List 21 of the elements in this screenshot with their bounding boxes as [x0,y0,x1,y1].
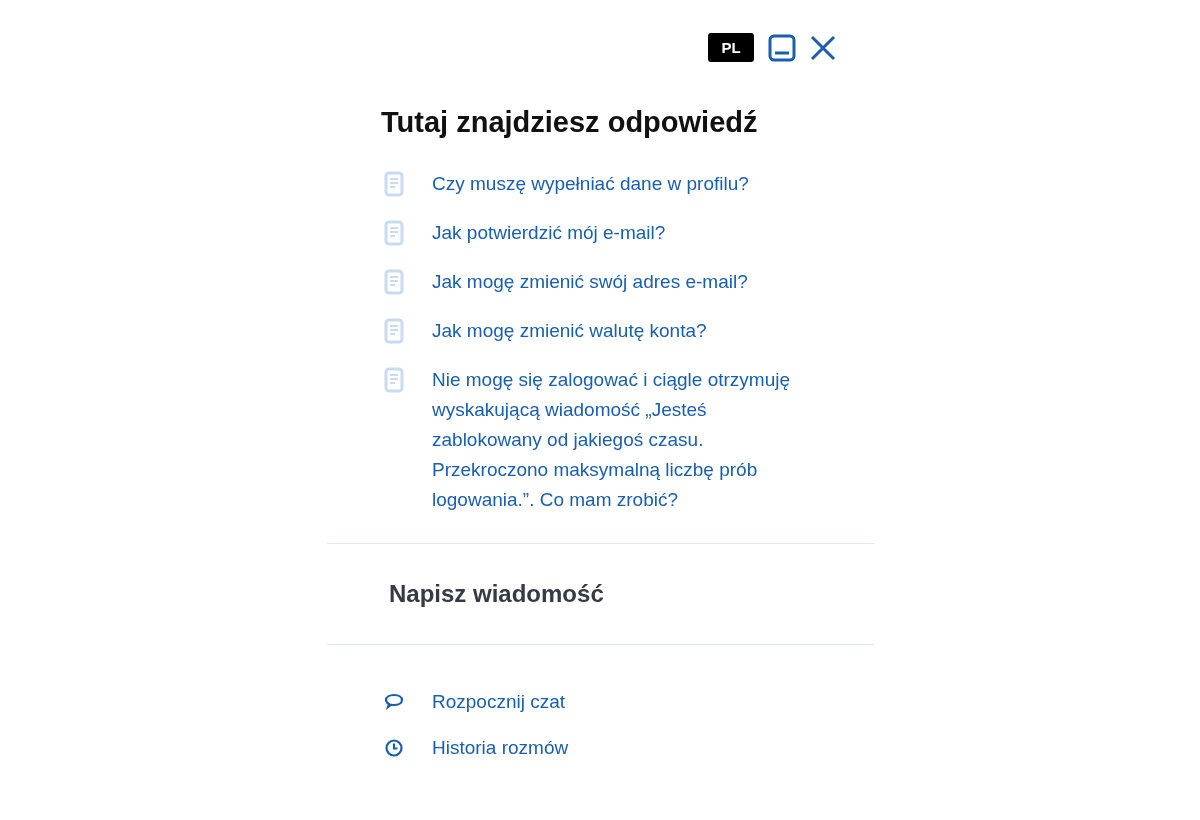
article-link[interactable]: Jak mogę zmienić walutę konta? [432,316,707,346]
article-link[interactable]: Jak potwierdzić mój e-mail? [432,218,666,248]
close-icon [810,34,836,61]
section-title: Napisz wiadomość [327,544,874,645]
action-link[interactable]: Rozpocznij czat [432,687,566,717]
article-link[interactable]: Nie mogę się zalogować i ciągle otrzymuję wyskakującą wiadomość „Jesteś zablokowany od jakiegoś czasu. Przekroczono maksymalną liczbę prób logowania.”. Co mam zrobić? [432,365,814,515]
document-icon [384,318,404,344]
minimize-button[interactable] [768,33,796,62]
article-link[interactable]: Jak mogę zmienić swój adres e-mail? [432,267,748,297]
document-icon [384,269,404,295]
article-link[interactable]: Czy muszę wypełniać dane w profilu? [432,169,749,199]
document-icon [384,367,404,393]
language-button[interactable]: PL [708,33,754,62]
action-link[interactable]: Historia rozmów [432,733,569,763]
document-icon [384,220,404,246]
speech-bubble-icon [384,692,404,712]
close-button[interactable] [810,34,836,61]
clock-icon [384,738,404,758]
document-icon [384,171,404,197]
section-title: Tutaj znajdziesz odpowiedź [381,106,759,139]
minimize-icon [768,33,796,62]
